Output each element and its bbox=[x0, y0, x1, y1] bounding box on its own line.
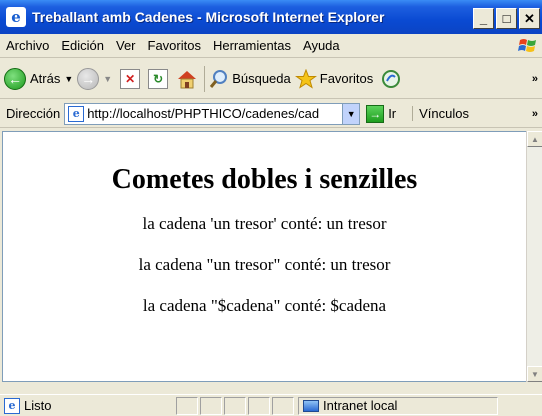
menu-herramientas[interactable]: Herramientas bbox=[207, 38, 297, 53]
address-input[interactable]: e http://localhost/PHPTHICO/cadenes/cad … bbox=[64, 102, 361, 125]
media-icon bbox=[382, 69, 401, 88]
status-bar: e Listo Intranet local bbox=[0, 394, 542, 416]
security-zone: Intranet local bbox=[298, 396, 498, 415]
minimize-button[interactable]: _ bbox=[473, 8, 494, 29]
menu-ver[interactable]: Ver bbox=[110, 38, 142, 53]
links-button[interactable]: Vínculos bbox=[412, 106, 469, 121]
back-dropdown-icon[interactable]: ▼ bbox=[64, 74, 73, 84]
maximize-button[interactable]: □ bbox=[496, 8, 517, 29]
standard-toolbar: ← Atrás ▼ → ▼ ✕ ↻ Búsqueda Favoritos » bbox=[0, 59, 542, 99]
status-pane bbox=[272, 396, 294, 415]
page-icon: e bbox=[68, 105, 85, 122]
favorites-button[interactable]: Favoritos bbox=[294, 68, 374, 89]
menu-favoritos[interactable]: Favoritos bbox=[142, 38, 207, 53]
browser-window: e Treballant amb Cadenes - Microsoft Int… bbox=[0, 0, 542, 416]
home-icon bbox=[178, 70, 197, 88]
home-button[interactable] bbox=[172, 69, 198, 89]
address-dropdown-icon[interactable]: ▼ bbox=[342, 103, 360, 124]
address-bar: Dirección e http://localhost/PHPTHICO/ca… bbox=[0, 100, 542, 128]
back-button[interactable]: ← Atrás ▼ bbox=[4, 67, 73, 90]
forward-dropdown-icon[interactable]: ▼ bbox=[103, 74, 112, 84]
title-bar[interactable]: e Treballant amb Cadenes - Microsoft Int… bbox=[0, 0, 542, 34]
search-label: Búsqueda bbox=[232, 71, 291, 86]
menu-edicion[interactable]: Edición bbox=[55, 38, 110, 53]
favorites-label: Favoritos bbox=[319, 71, 374, 86]
address-label: Dirección bbox=[6, 106, 61, 121]
go-button[interactable]: → Ir bbox=[366, 104, 397, 123]
go-label: Ir bbox=[388, 106, 397, 121]
toolbar-separator bbox=[204, 65, 206, 92]
links-more-chevron-icon[interactable]: » bbox=[532, 108, 538, 120]
forward-arrow-icon: → bbox=[77, 67, 100, 90]
result-line-double-quotes: la cadena "un tresor" conté: un tresor bbox=[138, 255, 391, 274]
address-url[interactable]: http://localhost/PHPTHICO/cadenes/cad bbox=[87, 106, 342, 121]
menu-ayuda[interactable]: Ayuda bbox=[297, 38, 346, 53]
window-title: Treballant amb Cadenes - Microsoft Inter… bbox=[32, 9, 385, 25]
status-page-icon: e bbox=[4, 397, 20, 414]
ie-logo-icon: e bbox=[6, 7, 26, 27]
scroll-up-icon[interactable]: ▲ bbox=[527, 131, 542, 147]
toolbar-more-chevron-icon[interactable]: » bbox=[532, 73, 538, 85]
menu-archivo[interactable]: Archivo bbox=[0, 38, 55, 53]
result-line-variable: la cadena "$cadena" conté: $cadena bbox=[142, 296, 387, 315]
status-pane bbox=[200, 396, 222, 415]
back-arrow-icon: ← bbox=[4, 67, 26, 90]
scroll-down-icon[interactable]: ▼ bbox=[527, 366, 542, 382]
window-controls: _ □ ✕ bbox=[473, 8, 542, 29]
page-content: Cometes dobles i senzilles la cadena 'un… bbox=[2, 131, 526, 382]
media-button[interactable] bbox=[377, 69, 401, 89]
search-icon bbox=[210, 69, 228, 88]
page-heading: Cometes dobles i senzilles bbox=[111, 164, 418, 195]
status-pane bbox=[176, 396, 198, 415]
menu-bar: Archivo Edición Ver Favoritos Herramient… bbox=[0, 34, 542, 58]
windows-logo-icon bbox=[516, 36, 540, 56]
vertical-scrollbar[interactable]: ▲ ▼ bbox=[526, 131, 542, 382]
go-arrow-icon: → bbox=[366, 104, 385, 123]
back-label: Atrás bbox=[30, 71, 61, 86]
forward-button[interactable]: → ▼ bbox=[77, 67, 112, 90]
status-text: Listo bbox=[24, 398, 52, 413]
status-pane bbox=[248, 396, 270, 415]
zone-label: Intranet local bbox=[323, 398, 398, 413]
status-pane bbox=[224, 396, 246, 415]
intranet-zone-icon bbox=[303, 399, 319, 412]
search-button[interactable]: Búsqueda bbox=[209, 69, 291, 89]
star-icon bbox=[294, 68, 317, 89]
close-button[interactable]: ✕ bbox=[519, 8, 540, 29]
stop-icon[interactable]: ✕ bbox=[120, 68, 141, 89]
refresh-icon[interactable]: ↻ bbox=[148, 68, 169, 89]
result-line-single-quotes: la cadena 'un tresor' conté: un tresor bbox=[142, 214, 387, 233]
